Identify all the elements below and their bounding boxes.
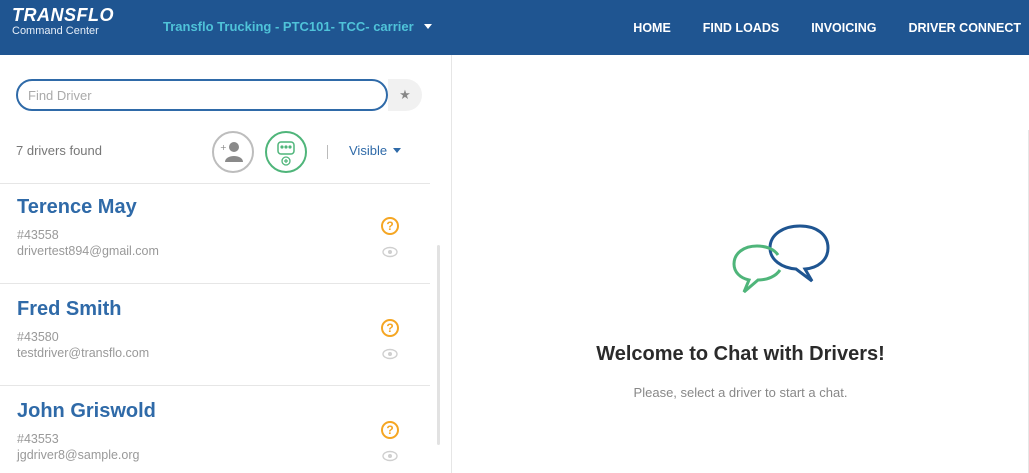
welcome-subtitle: Please, select a driver to start a chat. (633, 385, 848, 400)
account-label: Transflo Trucking - PTC101- TCC- carrier (163, 19, 414, 34)
driver-row[interactable]: Fred Smith #43580 testdriver@transflo.co… (0, 286, 430, 386)
welcome-title: Welcome to Chat with Drivers! (596, 343, 885, 365)
question-icon: ? (381, 319, 399, 337)
brand-subtitle: Command Center (12, 25, 99, 37)
driver-list: Terence May #43558 drivertest894@gmail.c… (0, 183, 430, 473)
nav-home[interactable]: HOME (617, 21, 687, 35)
star-icon: ★ (399, 87, 411, 102)
eye-icon[interactable] (382, 246, 398, 258)
nav-invoicing[interactable]: INVOICING (795, 21, 892, 35)
visibility-dropdown[interactable]: Visible (349, 143, 402, 158)
search-input[interactable] (28, 87, 386, 103)
chevron-down-icon (393, 148, 402, 153)
visibility-label: Visible (349, 143, 388, 158)
chevron-down-icon (423, 24, 432, 29)
add-group-button[interactable] (265, 131, 307, 173)
driver-id: #43580 (17, 330, 59, 344)
driver-name: John Griswold (17, 400, 156, 422)
driver-name: Fred Smith (17, 298, 122, 320)
question-icon: ? (381, 217, 399, 235)
chat-panel: Welcome to Chat with Drivers! Please, se… (452, 55, 1029, 473)
brand-logo[interactable]: TRANSFLO Command Center (12, 6, 114, 37)
eye-icon[interactable] (382, 450, 398, 462)
driver-list-panel: ★ 7 drivers found + Visible Terence May … (0, 55, 452, 473)
driver-id: #43558 (17, 228, 59, 242)
svg-text:+: + (220, 143, 227, 152)
question-icon: ? (381, 421, 399, 439)
driver-email: drivertest894@gmail.com (17, 244, 159, 258)
driver-row[interactable]: John Griswold #43553 jgdriver8@sample.or… (0, 388, 430, 473)
brand-name: TRANSFLO (12, 5, 114, 25)
nav-find-loads[interactable]: FIND LOADS (687, 21, 795, 35)
favorites-button[interactable]: ★ (388, 79, 422, 111)
top-nav-bar: TRANSFLO Command Center Transflo Truckin… (0, 0, 1029, 55)
driver-email: testdriver@transflo.com (17, 346, 150, 360)
nav-driver-connect[interactable]: DRIVER CONNECT (892, 21, 1029, 35)
add-driver-icon: + (218, 137, 248, 167)
filter-separator (327, 145, 328, 159)
list-scrollbar[interactable] (437, 245, 440, 445)
add-group-icon (277, 141, 295, 166)
driver-row[interactable]: Terence May #43558 drivertest894@gmail.c… (0, 184, 430, 284)
chat-bubbles-icon (732, 224, 830, 294)
driver-id: #43553 (17, 432, 59, 446)
driver-email: jgdriver8@sample.org (17, 448, 140, 462)
add-driver-button[interactable]: + (212, 131, 254, 173)
drivers-count: 7 drivers found (16, 143, 102, 158)
eye-icon[interactable] (382, 348, 398, 360)
driver-name: Terence May (17, 196, 137, 218)
search-box (16, 79, 388, 111)
account-selector[interactable]: Transflo Trucking - PTC101- TCC- carrier (163, 19, 432, 34)
main-nav: HOME FIND LOADS INVOICING DRIVER CONNECT (617, 0, 1029, 55)
